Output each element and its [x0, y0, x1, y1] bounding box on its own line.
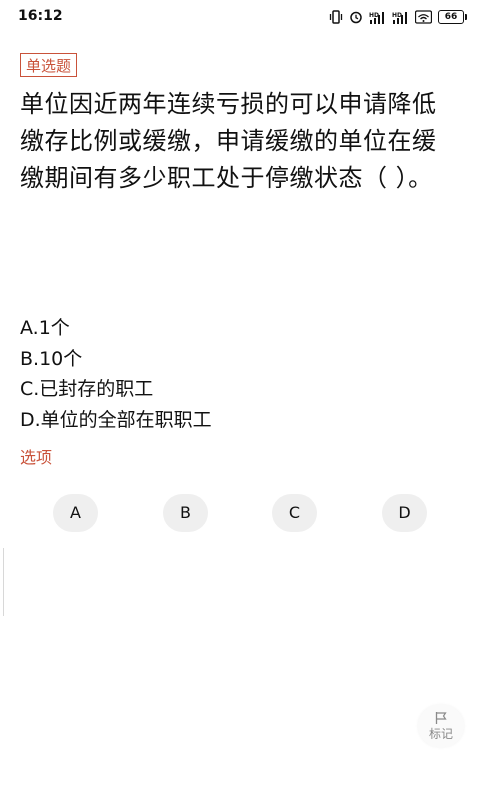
signal-icon: HD [392, 9, 409, 25]
option-d: D.单位的全部在职职工 [20, 408, 212, 431]
wifi-icon [415, 9, 432, 25]
battery-icon: 66 [438, 10, 467, 24]
option-list: A.1个 B.10个 C.已封存的职工 D.单位的全部在职职工 [20, 313, 460, 435]
mark-button[interactable]: 标记 [418, 705, 464, 747]
choice-button-a[interactable]: A [53, 494, 98, 532]
choice-button-c[interactable]: C [272, 494, 317, 532]
vibrate-icon [329, 9, 343, 25]
choices-label: 选项 [20, 448, 53, 467]
status-time: 16:12 [18, 8, 63, 24]
status-icons: HD HD 66 [329, 9, 467, 25]
status-bar: 16:12 HD HD 66 [0, 0, 480, 34]
mark-label: 标记 [428, 727, 453, 741]
signal-icon: HD [369, 9, 386, 25]
edge-drawer-handle[interactable] [0, 548, 4, 616]
svg-text:HD: HD [392, 12, 402, 19]
option-b: B.10个 [20, 347, 83, 370]
option-c: C.已封存的职工 [20, 378, 154, 400]
choice-button-d[interactable]: D [382, 494, 427, 532]
question-text: 单位因近两年连续亏损的可以申请降低缴存比例或缓缴，申请缓缴的单位在缓缴期间有多少… [20, 90, 437, 192]
question-type-badge: 单选题 [20, 53, 78, 77]
answer-choice-row: A B C D [53, 494, 427, 534]
alarm-icon [349, 9, 363, 25]
option-a: A.1个 [20, 317, 70, 339]
svg-text:HD: HD [369, 12, 379, 19]
choice-button-b[interactable]: B [163, 494, 208, 532]
